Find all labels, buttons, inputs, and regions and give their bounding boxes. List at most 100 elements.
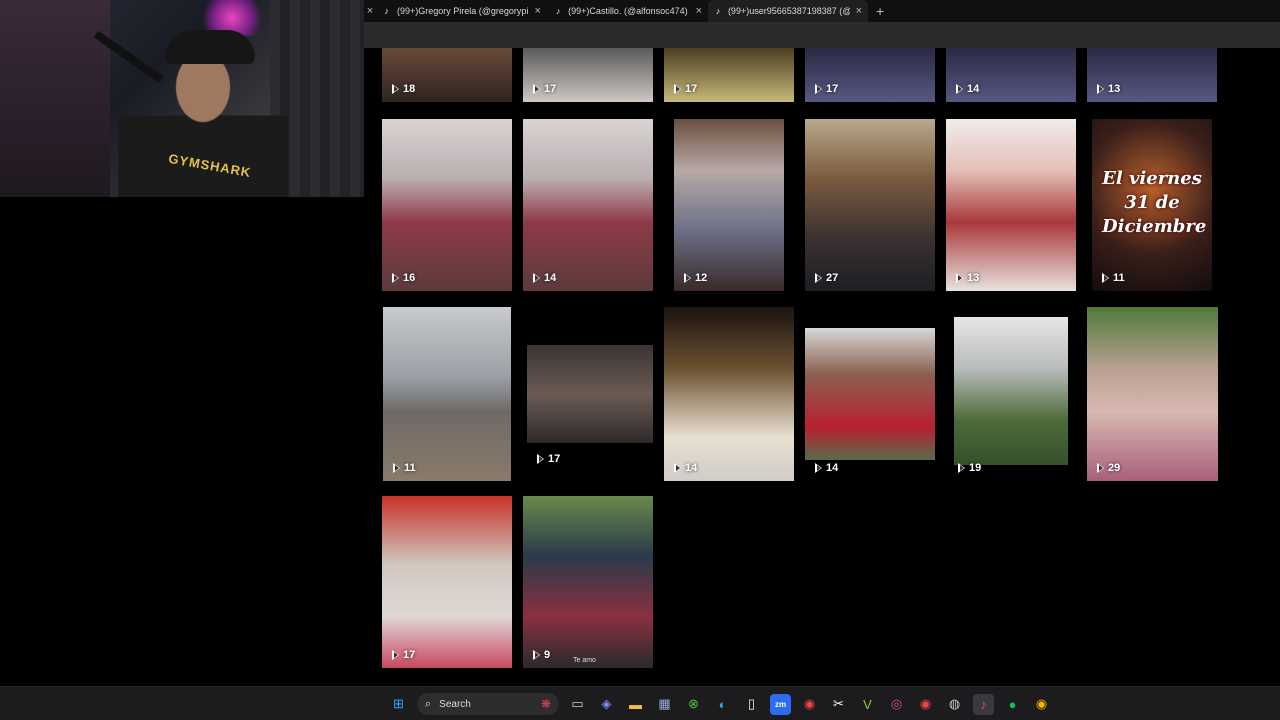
- browser-tab-active[interactable]: ♪ (99+)user95665387198387 (@use ×: [708, 0, 868, 22]
- view-count: 17: [815, 83, 838, 95]
- view-count: 11: [393, 462, 416, 474]
- play-icon: [392, 273, 399, 283]
- close-icon[interactable]: ×: [856, 5, 862, 17]
- tab-title: (99+)user95665387198387 (@use: [727, 6, 850, 16]
- tiktok-icon[interactable]: ♪: [973, 693, 994, 715]
- video-card[interactable]: 13: [946, 119, 1076, 291]
- video-card[interactable]: 14: [805, 328, 935, 474]
- view-count-value: 17: [685, 83, 698, 95]
- search-label: Search: [439, 698, 471, 710]
- video-card[interactable]: 11: [383, 307, 511, 481]
- play-icon: [674, 84, 681, 94]
- chrome-profile-icon[interactable]: ◉: [915, 694, 936, 715]
- view-count: 14: [956, 83, 979, 95]
- play-icon: [958, 463, 965, 473]
- taskbar-items: ⊞ ⌕ Search ❋ ▭ ◈ ▬ ▦ ⊗ ◐ ▯ zm ◉ ✂ V ◎ ◉ …: [388, 693, 1052, 715]
- view-count: 17: [674, 83, 697, 95]
- obs-icon[interactable]: ◍: [944, 694, 965, 715]
- tiktok-icon: ♪: [384, 6, 389, 16]
- play-icon: [1097, 463, 1104, 473]
- edge-icon[interactable]: ◐: [712, 694, 733, 715]
- play-icon: [392, 84, 399, 94]
- task-view-icon[interactable]: ▭: [567, 694, 588, 715]
- view-count-value: 17: [403, 649, 416, 661]
- browser-tab[interactable]: ♪ (99+)Gregory Pirela (@gregorypi ×: [376, 0, 548, 22]
- copilot-icon[interactable]: ◈: [596, 694, 617, 715]
- play-icon: [956, 84, 963, 94]
- browser-tab[interactable]: ♪ (99+)Castillo. (@alfonsoc474) | Ti ×: [548, 0, 708, 22]
- video-card[interactable]: 29: [1087, 307, 1218, 481]
- close-icon[interactable]: ×: [367, 5, 373, 17]
- video-card[interactable]: 14: [946, 48, 1076, 102]
- chrome-icon[interactable]: ◉: [799, 694, 820, 715]
- video-caption: Te amo: [573, 657, 596, 664]
- video-card[interactable]: 17: [523, 48, 653, 102]
- video-card[interactable]: 17: [664, 48, 794, 102]
- webcam-overlay: GYMSHARK: [0, 0, 364, 197]
- windows-start-icon[interactable]: ⊞: [388, 694, 409, 715]
- video-card[interactable]: 17: [382, 496, 512, 668]
- view-count: 14: [815, 462, 838, 474]
- taskbar-search[interactable]: ⌕ Search ❋: [417, 693, 559, 715]
- view-count-value: 19: [969, 462, 982, 474]
- view-count: 27: [815, 272, 838, 284]
- view-count: 12: [684, 272, 707, 284]
- video-card[interactable]: Te amo 9: [523, 496, 653, 668]
- view-count-value: 17: [548, 453, 561, 465]
- view-count-value: 18: [403, 83, 416, 95]
- play-icon: [537, 454, 544, 464]
- close-icon[interactable]: ×: [696, 5, 702, 17]
- view-count-value: 14: [826, 462, 839, 474]
- view-count: 18: [392, 83, 415, 95]
- video-card[interactable]: 18: [382, 48, 512, 102]
- play-icon: [815, 84, 822, 94]
- video-card[interactable]: 13: [1087, 48, 1217, 102]
- search-icon: ⌕: [425, 697, 432, 710]
- notepad-icon[interactable]: ▯: [741, 694, 762, 715]
- play-icon: [393, 463, 400, 473]
- video-card[interactable]: 17: [805, 48, 935, 102]
- search-highlight-icon: ❋: [540, 697, 551, 711]
- video-card[interactable]: 14: [664, 307, 794, 481]
- file-explorer-icon[interactable]: ▬: [625, 694, 646, 715]
- play-icon: [1097, 84, 1104, 94]
- close-icon[interactable]: ×: [534, 5, 540, 17]
- browser-tab-strip: × ♪ (99+)Gregory Pirela (@gregorypi × ♪ …: [364, 0, 1280, 22]
- xbox-icon[interactable]: ⊗: [683, 694, 704, 715]
- instagram-icon[interactable]: ◎: [886, 694, 907, 715]
- vegas-icon[interactable]: V: [857, 694, 878, 715]
- video-card[interactable]: El viernes 31 de Diciembre 11: [1092, 119, 1212, 291]
- video-card[interactable]: 16: [382, 119, 512, 291]
- spotify-icon[interactable]: ●: [1002, 694, 1023, 715]
- view-count: 29: [1097, 462, 1120, 474]
- view-count-value: 9: [544, 649, 551, 661]
- view-count-value: 16: [403, 272, 416, 284]
- view-count: 16: [392, 272, 415, 284]
- view-count: 14: [533, 272, 556, 284]
- new-tab-button[interactable]: +: [876, 3, 884, 19]
- webcam-shelf: [0, 0, 110, 197]
- video-card[interactable]: 27: [805, 119, 935, 291]
- tab-title: (99+)Castillo. (@alfonsoc474) | Ti: [568, 6, 690, 16]
- view-count-value: 14: [685, 462, 698, 474]
- video-card[interactable]: 14: [523, 119, 653, 291]
- zoom-icon[interactable]: zm: [770, 693, 791, 715]
- webcam-hat: [165, 30, 255, 64]
- video-card[interactable]: 19: [954, 317, 1068, 474]
- video-grid: 18 17 17 17 14 13 16 14 12 27 13 El vier…: [364, 48, 1280, 686]
- view-count-value: 14: [967, 83, 980, 95]
- play-icon: [392, 650, 399, 660]
- windows-taskbar: ⊞ ⌕ Search ❋ ▭ ◈ ▬ ▦ ⊗ ◐ ▯ zm ◉ ✂ V ◎ ◉ …: [0, 686, 1280, 720]
- tab-close-partial[interactable]: ×: [364, 0, 376, 22]
- view-count: 13: [956, 272, 979, 284]
- capcut-icon[interactable]: ✂: [828, 694, 849, 715]
- store-icon[interactable]: ▦: [654, 694, 675, 715]
- video-card[interactable]: 12: [674, 119, 784, 291]
- view-count-value: 17: [826, 83, 839, 95]
- tab-title: (99+)Gregory Pirela (@gregorypi: [397, 6, 529, 16]
- play-icon: [956, 273, 963, 283]
- chrome-icon-2[interactable]: ◉: [1031, 694, 1052, 715]
- play-icon: [533, 84, 540, 94]
- video-card[interactable]: 17: [527, 345, 653, 465]
- tiktok-icon: ♪: [555, 6, 561, 16]
